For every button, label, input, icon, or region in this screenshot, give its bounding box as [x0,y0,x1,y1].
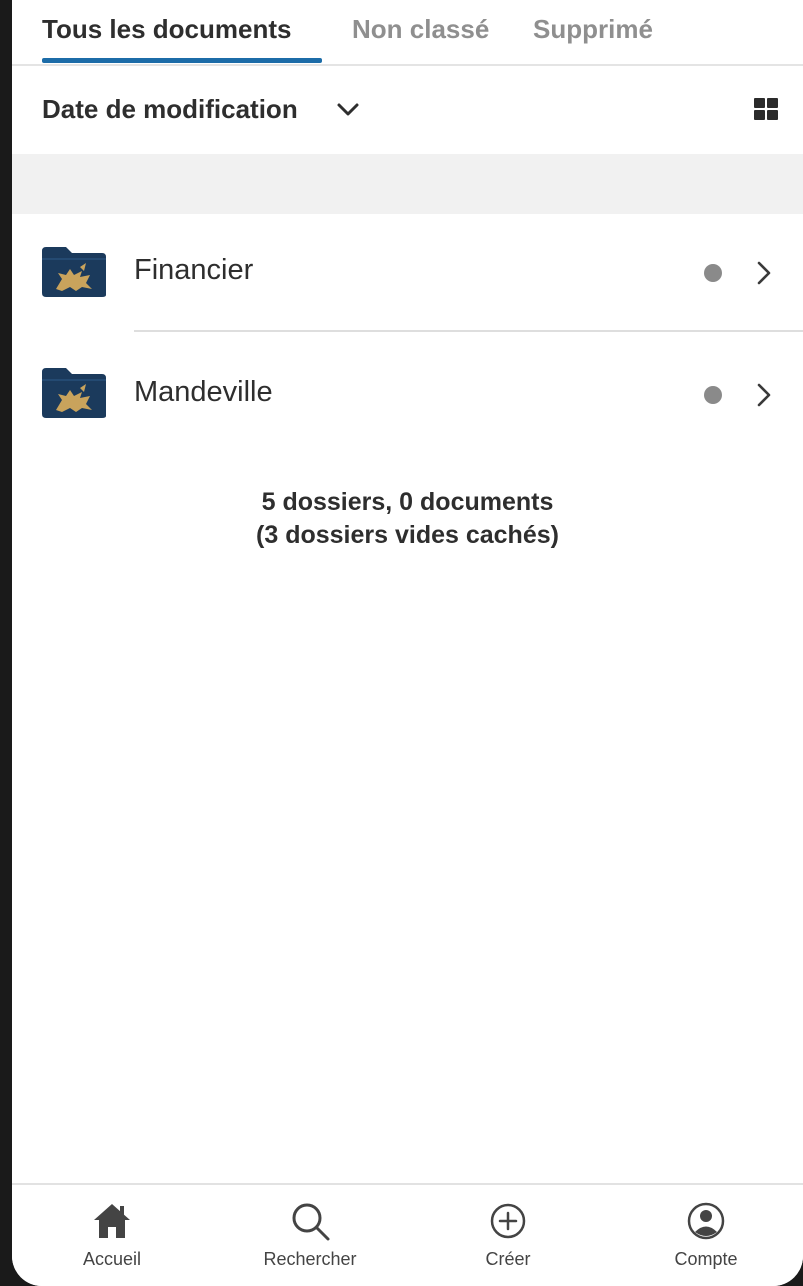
folder-row-financier[interactable]: Financier [12,214,803,332]
bottom-navigation: Accueil Rechercher Créer Compte [12,1183,803,1286]
folder-lion-icon [42,247,106,297]
search-icon [292,1203,330,1241]
grid-view-icon[interactable] [754,98,778,120]
app-screen: Tous les documents Non classé Supprimé D… [12,0,803,1286]
document-tabs: Tous les documents Non classé Supprimé [12,0,803,66]
plus-circle-icon [490,1203,526,1239]
nav-home[interactable]: Accueil [32,1185,192,1285]
chevron-right-icon[interactable] [756,260,772,286]
section-spacer [12,154,803,214]
folder-name: Mandeville [134,376,273,408]
nav-create[interactable]: Créer [428,1185,588,1285]
nav-home-label: Accueil [82,1249,142,1269]
chevron-down-icon[interactable] [336,102,360,118]
summary-hidden: (3 dossiers vides cachés) [256,521,559,549]
summary-count: 5 dossiers, 0 documents [261,488,554,516]
sort-bar: Date de modification [12,66,803,154]
sort-dropdown[interactable]: Date de modification [42,94,298,125]
nav-account-label: Compte [674,1249,738,1269]
tab-all-documents[interactable]: Tous les documents [42,14,291,45]
folder-name: Financier [134,254,254,286]
account-icon [687,1202,725,1240]
nav-search[interactable]: Rechercher [230,1185,390,1285]
nav-search-label: Rechercher [263,1249,357,1269]
home-icon [94,1204,130,1238]
nav-create-label: Créer [485,1249,531,1269]
folder-summary: 5 dossiers, 0 documents (3 dossiers vide… [12,486,803,552]
status-dot [704,264,722,282]
status-dot [704,386,722,404]
row-divider [134,330,803,332]
nav-account[interactable]: Compte [626,1185,786,1285]
tab-deleted[interactable]: Supprimé [533,14,653,45]
active-tab-indicator [42,58,322,63]
folder-row-mandeville[interactable]: Mandeville [12,336,803,454]
chevron-right-icon[interactable] [756,382,772,408]
folder-lion-icon [42,368,106,418]
tab-unclassified[interactable]: Non classé [352,14,489,45]
